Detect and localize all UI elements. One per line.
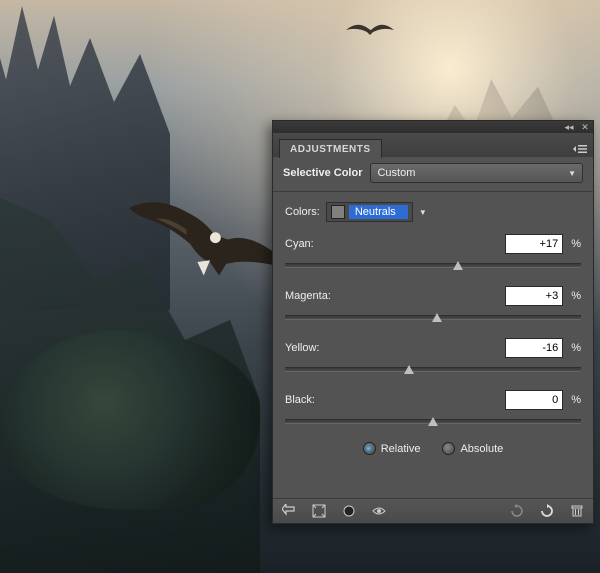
- radio-dot-icon: [442, 442, 455, 455]
- slider-cyan: Cyan:%: [285, 234, 581, 272]
- adjustments-panel: ◂◂ ✕ ADJUSTMENTS Selective Color Custom …: [272, 120, 594, 524]
- adjustment-name: Selective Color: [283, 167, 362, 179]
- visibility-icon[interactable]: [371, 503, 387, 519]
- slider-magenta: Magenta:%: [285, 286, 581, 324]
- percent-label: %: [571, 342, 581, 354]
- preset-row: Selective Color Custom ▼: [273, 157, 593, 192]
- slider-track[interactable]: [285, 310, 581, 324]
- slider-thumb[interactable]: [453, 261, 463, 270]
- close-icon[interactable]: ✕: [579, 122, 591, 132]
- colors-row: Colors: Neutrals ▼: [285, 202, 581, 222]
- canvas-background: ◂◂ ✕ ADJUSTMENTS Selective Color Custom …: [0, 0, 600, 573]
- radio-relative[interactable]: Relative: [363, 442, 421, 455]
- radio-dot-icon: [363, 442, 376, 455]
- panel-titlebar[interactable]: ◂◂ ✕: [273, 121, 593, 133]
- tab-label: ADJUSTMENTS: [290, 144, 371, 155]
- slider-track[interactable]: [285, 414, 581, 428]
- collapse-icon[interactable]: ◂◂: [563, 122, 575, 132]
- back-icon[interactable]: [281, 503, 297, 519]
- foliage: [0, 330, 260, 510]
- percent-label: %: [571, 290, 581, 302]
- panel-tabbar: ADJUSTMENTS: [273, 133, 593, 157]
- radio-absolute-label: Absolute: [460, 443, 503, 455]
- slider-black: Black:%: [285, 390, 581, 428]
- slider-value-input[interactable]: [505, 234, 563, 254]
- slider-yellow: Yellow:%: [285, 338, 581, 376]
- tab-adjustments[interactable]: ADJUSTMENTS: [279, 139, 382, 158]
- panel-footer: [273, 498, 593, 523]
- slider-thumb[interactable]: [432, 313, 442, 322]
- panel-menu-icon[interactable]: [571, 144, 589, 157]
- radio-relative-label: Relative: [381, 443, 421, 455]
- percent-label: %: [571, 238, 581, 250]
- percent-label: %: [571, 394, 581, 406]
- colors-label: Colors:: [285, 206, 320, 218]
- chevron-down-icon: ▼: [568, 169, 576, 178]
- slider-value-input[interactable]: [505, 286, 563, 306]
- expand-view-icon[interactable]: [311, 503, 327, 519]
- slider-track[interactable]: [285, 362, 581, 376]
- mode-row: Relative Absolute: [285, 442, 581, 455]
- panel-body: Colors: Neutrals ▼ Cyan:%Magenta:%Yellow…: [273, 192, 593, 498]
- preset-value: Custom: [377, 167, 415, 179]
- radio-absolute[interactable]: Absolute: [442, 442, 503, 455]
- sliders: Cyan:%Magenta:%Yellow:%Black:%: [285, 234, 581, 428]
- slider-value-input[interactable]: [505, 390, 563, 410]
- trash-icon[interactable]: [569, 503, 585, 519]
- slider-label: Yellow:: [285, 342, 319, 354]
- slider-label: Magenta:: [285, 290, 331, 302]
- slider-thumb[interactable]: [404, 365, 414, 374]
- eagle-distant: [345, 20, 395, 40]
- colors-swatch: [331, 205, 345, 219]
- colors-value: Neutrals: [349, 205, 408, 219]
- clip-to-layer-icon[interactable]: [341, 503, 357, 519]
- chevron-down-icon[interactable]: ▼: [419, 208, 427, 217]
- slider-label: Cyan:: [285, 238, 314, 250]
- reset-icon[interactable]: [539, 503, 555, 519]
- slider-label: Black:: [285, 394, 315, 406]
- slider-thumb[interactable]: [428, 417, 438, 426]
- slider-track[interactable]: [285, 258, 581, 272]
- previous-state-icon[interactable]: [509, 503, 525, 519]
- slider-value-input[interactable]: [505, 338, 563, 358]
- colors-dropdown[interactable]: Neutrals: [326, 202, 413, 222]
- preset-dropdown[interactable]: Custom ▼: [370, 163, 583, 183]
